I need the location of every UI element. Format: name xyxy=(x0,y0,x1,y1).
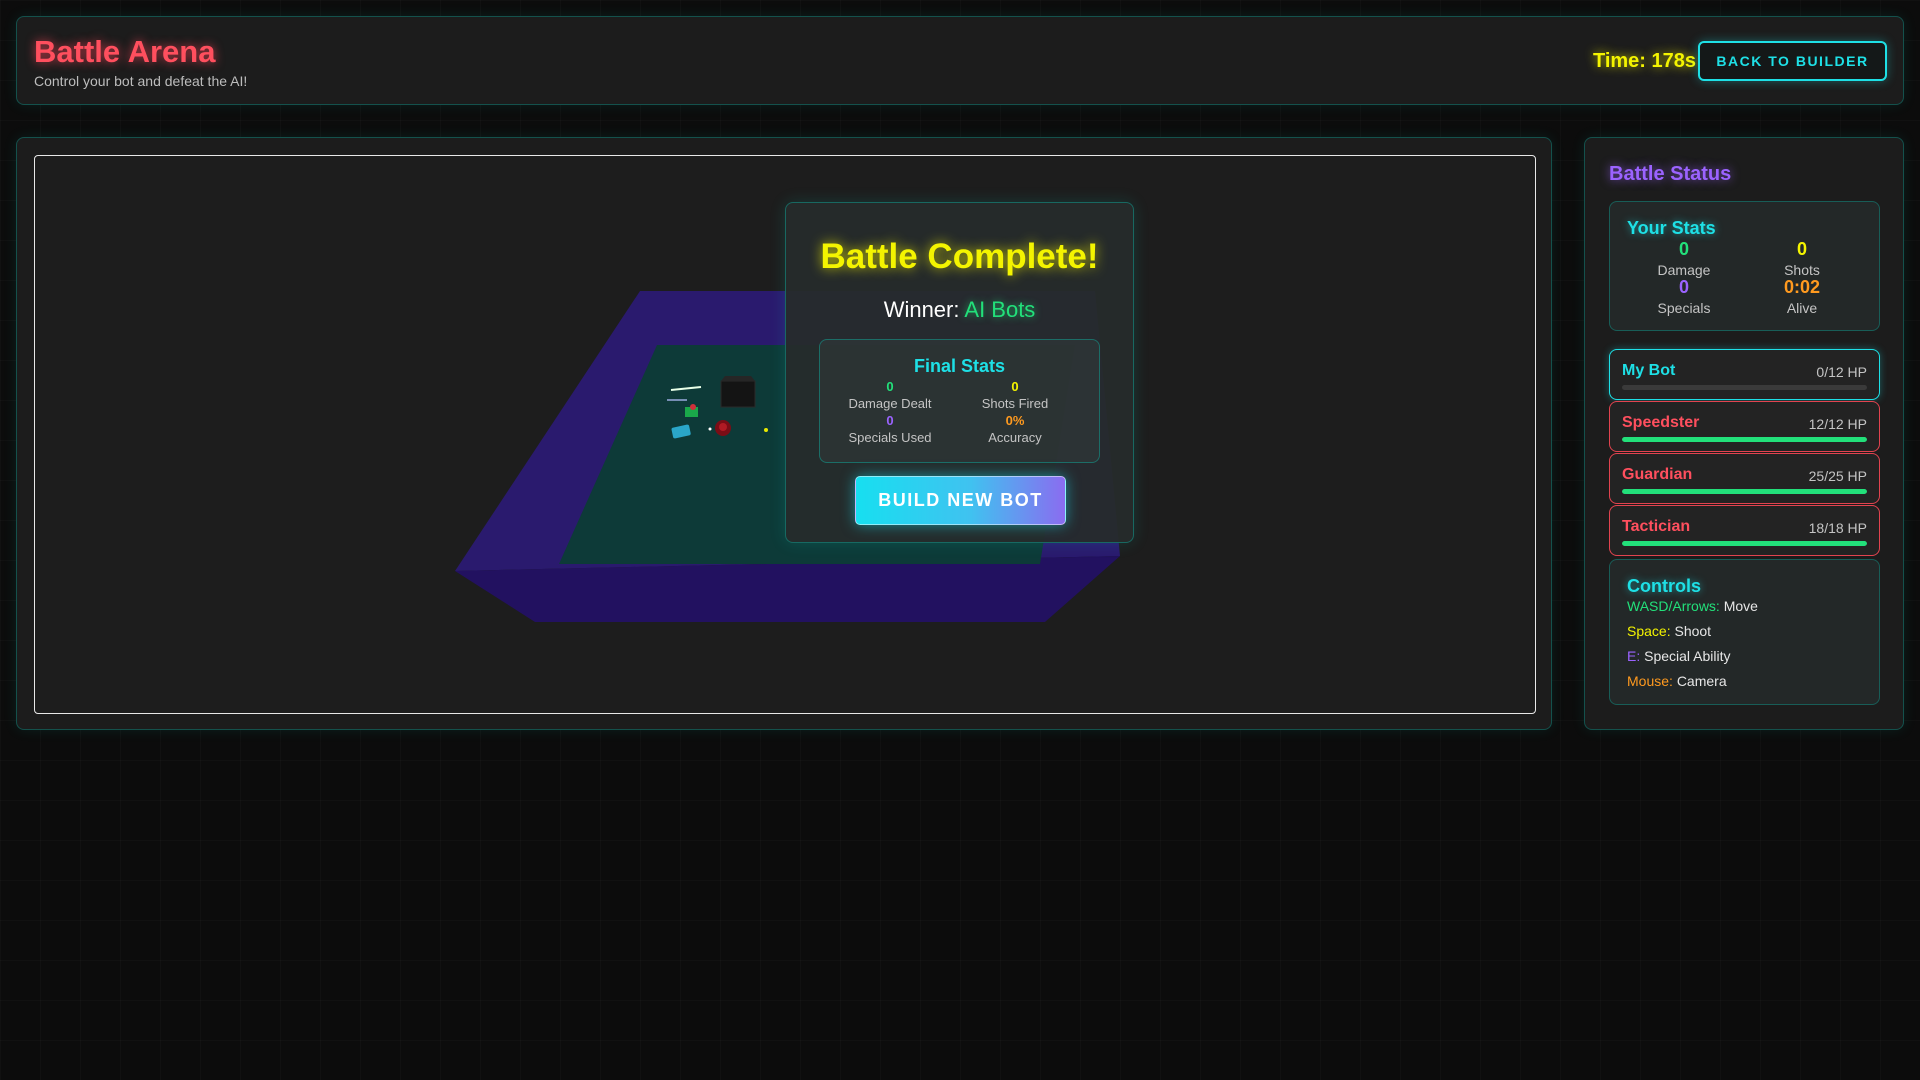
bot-name: Speedster xyxy=(1622,414,1700,431)
bot-health-bar xyxy=(1622,437,1867,442)
final-stat-value: 0 xyxy=(1011,379,1019,394)
your-stat-shots: 0 Shots xyxy=(1743,239,1861,278)
control-action: Camera xyxy=(1676,673,1727,689)
final-stat-value: 0 xyxy=(886,413,894,428)
your-stat-value: 0:02 xyxy=(1783,277,1821,297)
control-row-move: WASD/Arrows: Move xyxy=(1627,598,1758,614)
bot-ai-red-dot xyxy=(690,404,696,410)
arena-obstacle-block xyxy=(720,380,756,408)
bot-health-fill xyxy=(1622,541,1867,546)
bot-hp: 25/25 HP xyxy=(1808,468,1867,484)
bot-card-tactician[interactable]: Tactician 18/18 HP xyxy=(1609,505,1880,556)
your-stat-label: Damage xyxy=(1657,262,1711,278)
bot-health-fill xyxy=(1622,489,1867,494)
final-stat-label: Damage Dealt xyxy=(848,396,932,411)
bot-health-fill xyxy=(1622,437,1867,442)
final-stat-label: Accuracy xyxy=(988,430,1042,445)
bot-card-my-bot[interactable]: My Bot 0/12 HP xyxy=(1609,349,1880,400)
your-stat-label: Specials xyxy=(1657,300,1711,316)
final-stats-title: Final Stats xyxy=(913,356,1006,376)
winner-label: Winner: xyxy=(883,297,965,322)
control-key: Space: xyxy=(1627,623,1671,639)
final-stat-label: Shots Fired xyxy=(981,396,1049,411)
your-stat-label: Shots xyxy=(1784,262,1820,278)
page-subtitle: Control your bot and defeat the AI! xyxy=(34,73,248,89)
final-stat-damage: 0 Damage Dealt xyxy=(820,379,960,411)
bot-name: Guardian xyxy=(1622,466,1693,483)
winner-name: AI Bots xyxy=(964,297,1036,322)
battle-complete-modal: Battle Complete! Winner: AI Bots Final S… xyxy=(785,202,1134,543)
build-new-bot-button[interactable]: BUILD NEW BOT xyxy=(855,476,1066,525)
bot-health-bar xyxy=(1622,541,1867,546)
bot-health-bar xyxy=(1622,385,1867,390)
bot-card-speedster[interactable]: Speedster 12/12 HP xyxy=(1609,401,1880,452)
your-stat-value: 0 xyxy=(1796,239,1807,259)
your-stat-value: 0 xyxy=(1678,239,1689,259)
arena-panel xyxy=(16,137,1552,730)
final-stats-box: Final Stats 0 Damage Dealt 0 Shots Fired… xyxy=(819,339,1100,463)
projectile-white xyxy=(708,427,712,431)
modal-title: Battle Complete! xyxy=(820,237,1099,276)
controls-title: Controls xyxy=(1627,576,1701,596)
projectile-yellow xyxy=(764,428,768,432)
battle-status-title: Battle Status xyxy=(1609,163,1732,185)
final-stat-accuracy: 0% Accuracy xyxy=(945,413,1085,445)
your-stat-value: 0 xyxy=(1678,277,1689,297)
control-key: E: xyxy=(1627,648,1641,664)
battle-status-panel: Battle Status Your Stats 0 Damage 0 Shot… xyxy=(1584,137,1904,730)
bot-ai-red-core xyxy=(719,423,727,431)
your-stat-alive: 0:02 Alive xyxy=(1743,277,1861,316)
control-row-camera: Mouse: Camera xyxy=(1627,673,1727,689)
your-stat-damage: 0 Damage xyxy=(1625,239,1743,278)
your-stat-label: Alive xyxy=(1786,300,1818,316)
final-stat-specials: 0 Specials Used xyxy=(820,413,960,445)
bot-name: Tactician xyxy=(1622,518,1691,535)
final-stat-value: 0% xyxy=(1005,413,1025,428)
back-to-builder-button[interactable]: BACK TO BUILDER xyxy=(1698,41,1887,81)
your-stats-title: Your Stats xyxy=(1627,218,1716,238)
bot-hp: 18/18 HP xyxy=(1808,520,1867,536)
control-action: Special Ability xyxy=(1644,648,1731,664)
final-stat-shots: 0 Shots Fired xyxy=(945,379,1085,411)
battle-timer: Time: 178s xyxy=(1592,50,1696,72)
winner-line: Winner: AI Bots xyxy=(786,297,1133,323)
bot-hp: 0/12 HP xyxy=(1816,364,1867,380)
final-stat-label: Specials Used xyxy=(848,430,932,445)
control-action: Move xyxy=(1723,598,1758,614)
control-action: Shoot xyxy=(1674,623,1712,639)
bot-hp: 12/12 HP xyxy=(1808,416,1867,432)
header-bar: Battle Arena Control your bot and defeat… xyxy=(16,16,1904,105)
your-stats-card: Your Stats 0 Damage 0 Shots 0 Specials 0… xyxy=(1609,201,1880,331)
controls-card: Controls WASD/Arrows: Move Space: Shoot … xyxy=(1609,559,1880,705)
final-stat-value: 0 xyxy=(886,379,894,394)
control-key: WASD/Arrows: xyxy=(1627,598,1720,614)
arena-obstacle-top xyxy=(721,376,755,381)
bot-name: My Bot xyxy=(1622,362,1676,379)
page-title: Battle Arena xyxy=(34,34,216,69)
control-row-special: E: Special Ability xyxy=(1627,648,1731,664)
bot-card-guardian[interactable]: Guardian 25/25 HP xyxy=(1609,453,1880,504)
your-stat-specials: 0 Specials xyxy=(1625,277,1743,316)
bot-health-bar xyxy=(1622,489,1867,494)
control-row-shoot: Space: Shoot xyxy=(1627,623,1711,639)
control-key: Mouse: xyxy=(1627,673,1673,689)
